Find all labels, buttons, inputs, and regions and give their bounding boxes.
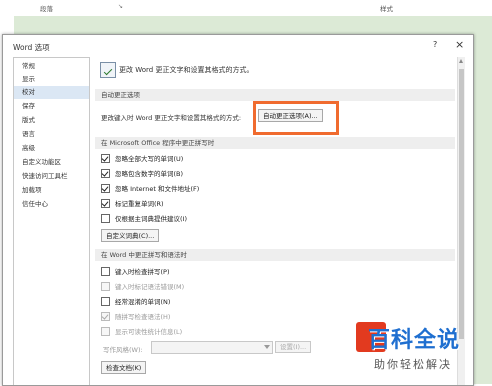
label-flag-repeated: 标记重复单词(R) bbox=[115, 200, 164, 208]
close-button[interactable]: × bbox=[455, 38, 464, 51]
nav-item-save[interactable]: 保存 bbox=[14, 100, 89, 113]
label-mark-grammar: 键入时标记语法错误(M) bbox=[115, 283, 185, 291]
checkbox-readability-stats[interactable] bbox=[101, 327, 110, 336]
writing-style-dropdown[interactable] bbox=[151, 341, 273, 354]
checkbox-flag-repeated[interactable] bbox=[101, 199, 110, 208]
ribbon-launcher-icon[interactable]: ↘ bbox=[118, 3, 123, 10]
checkbox-ignore-uppercase[interactable] bbox=[101, 154, 110, 163]
checkbox-ignore-numbers[interactable] bbox=[101, 169, 110, 178]
watermark-title: 百科全说 bbox=[368, 328, 461, 353]
scroll-thumb[interactable] bbox=[459, 69, 464, 339]
nav-item-proofing[interactable]: 校对 bbox=[14, 86, 89, 99]
nav-item-general[interactable]: 常规 bbox=[14, 60, 89, 73]
settings-button[interactable]: 设置(I)... bbox=[275, 341, 312, 353]
help-button[interactable]: ? bbox=[433, 40, 437, 49]
nav-item-display[interactable]: 显示 bbox=[14, 73, 89, 86]
dialog-title: Word 选项 bbox=[13, 43, 50, 52]
label-grammar-with-spelling: 随拼写检查语法(H) bbox=[115, 313, 171, 321]
nav-item-typography[interactable]: 版式 bbox=[14, 114, 89, 127]
nav-item-trust-center[interactable]: 信任中心 bbox=[14, 198, 89, 211]
autocorrect-description: 更改键入时 Word 更正文字和设置其格式的方式: bbox=[101, 114, 242, 122]
nav-item-quick-access[interactable]: 快速访问工具栏 bbox=[14, 170, 89, 183]
ribbon-group-styles: 样式 bbox=[380, 5, 393, 13]
nav-item-addins[interactable]: 加载项 bbox=[14, 184, 89, 197]
writing-style-label: 写作风格(W): bbox=[103, 346, 143, 354]
label-ignore-uppercase: 忽略全部大写的单词(U) bbox=[115, 155, 184, 163]
nav-item-language[interactable]: 语言 bbox=[14, 128, 89, 141]
options-nav: 常规 显示 校对 保存 版式 语言 高级 自定义功能区 快速访问工具栏 加载项 … bbox=[13, 57, 90, 385]
chevron-down-icon bbox=[264, 345, 270, 349]
label-readability-stats: 显示可读性统计信息(L) bbox=[115, 328, 183, 336]
custom-dictionaries-button[interactable]: 自定义词典(C)... bbox=[101, 229, 160, 242]
scroll-up-icon[interactable] bbox=[459, 59, 463, 63]
nav-item-advanced[interactable]: 高级 bbox=[14, 142, 89, 155]
checkbox-confused-words[interactable] bbox=[101, 297, 110, 306]
label-ignore-internet: 忽略 Internet 和文件地址(F) bbox=[115, 185, 200, 193]
checkbox-check-spelling[interactable] bbox=[101, 267, 110, 276]
ribbon-group-paragraph: 段落 bbox=[40, 5, 53, 13]
proofing-check-icon bbox=[100, 62, 116, 78]
highlight-box bbox=[253, 101, 339, 135]
section-office-spelling: 在 Microsoft Office 程序中更正拼写时 bbox=[95, 137, 455, 149]
ribbon-strip: 段落 ↘ 样式 bbox=[0, 0, 492, 16]
watermark-subtitle: 助你轻松解决 bbox=[374, 358, 452, 371]
section-word-spelling: 在 Word 中更正拼写和语法时 bbox=[95, 249, 455, 261]
watermark: 百科全说 助你轻松解决 bbox=[350, 320, 492, 384]
check-document-button[interactable]: 检查文档(K) bbox=[101, 361, 147, 374]
label-ignore-numbers: 忽略包含数字的单词(B) bbox=[115, 170, 184, 178]
label-main-dict-only: 仅根据主词典提供建议(I) bbox=[115, 215, 187, 223]
nav-item-customize-ribbon[interactable]: 自定义功能区 bbox=[14, 156, 89, 169]
proofing-description: 更改 Word 更正文字和设置其格式的方式。 bbox=[119, 66, 254, 74]
label-check-spelling: 键入时检查拼写(P) bbox=[115, 268, 170, 276]
section-autocorrect: 自动更正选项 bbox=[95, 89, 455, 101]
checkbox-ignore-internet[interactable] bbox=[101, 184, 110, 193]
label-confused-words: 经常混淆的单词(N) bbox=[115, 298, 171, 306]
checkbox-grammar-with-spelling[interactable] bbox=[101, 312, 110, 321]
checkbox-main-dict-only[interactable] bbox=[101, 214, 110, 223]
checkbox-mark-grammar[interactable] bbox=[101, 282, 110, 291]
